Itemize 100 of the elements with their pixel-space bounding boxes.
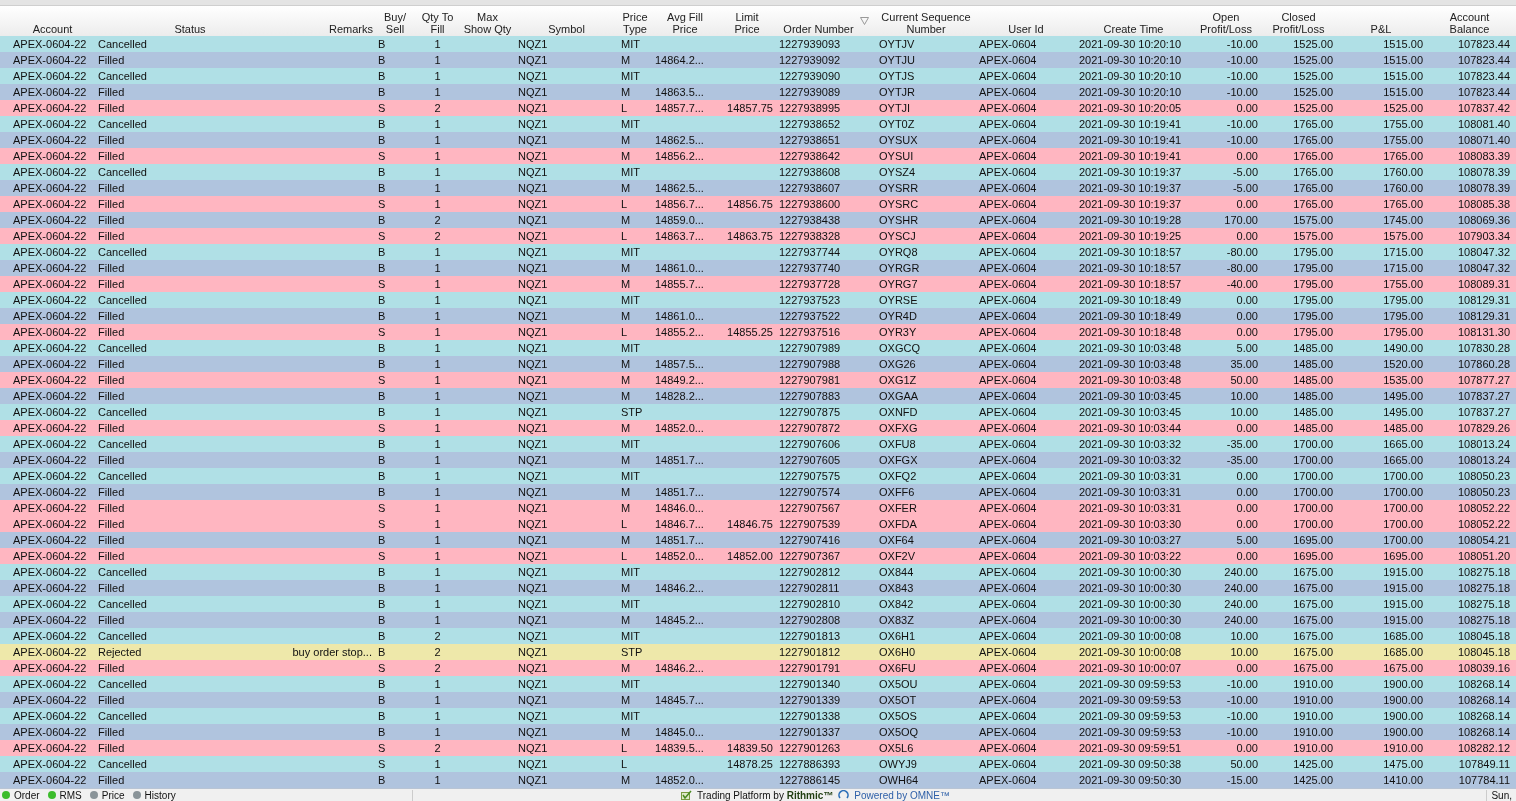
table-cell: 1485.00 <box>1293 406 1333 418</box>
table-row[interactable]: APEX-0604-22 Filled S 1 NQZ1 M 14849.2... 1227907981 OXG1Z APEX-0604 2021-09-30 10:03:48 50.00 1485.00 1535.00 107877.27 <box>0 372 1516 388</box>
table-cell: APEX-0604-22 <box>13 342 87 354</box>
table-row[interactable]: APEX-0604-22 Filled B 1 NQZ1 M 14861.0... 1227937740 OYRGR APEX-0604 2021-09-30 10:18:57 -80.00 1795.00 1715.00 108047.32 <box>0 260 1516 276</box>
table-cell: B <box>378 694 386 706</box>
table-row[interactable]: APEX-0604-22 Filled B 1 NQZ1 M 14851.7... 1227907574 OXFF6 APEX-0604 2021-09-30 10:03:31 0.00 1700.00 1700.00 108050.23 <box>0 484 1516 500</box>
table-row[interactable]: APEX-0604-22 Filled S 1 NQZ1 M 14846.0... 1227907567 OXFER APEX-0604 2021-09-30 10:03:31 0.00 1700.00 1700.00 108052.22 <box>0 500 1516 516</box>
column-header[interactable]: Open Profit/Loss <box>1193 11 1259 35</box>
column-header[interactable]: Qty To Fill <box>417 11 458 35</box>
table-cell: 2021-09-30 10:00:30 <box>1079 598 1182 610</box>
table-row[interactable]: APEX-0604-22 Cancelled B 1 NQZ1 MIT 1227907989 OXGCQ APEX-0604 2021-09-30 10:03:48 5.00 1485.00 1490.00 107830.28 <box>0 340 1516 356</box>
table-cell: 10.00 <box>1230 406 1258 418</box>
table-row[interactable]: APEX-0604-22 Cancelled B 1 NQZ1 MIT 1227907606 OXFU8 APEX-0604 2021-09-30 10:03:32 -35.00 1700.00 1665.00 108013.24 <box>0 436 1516 452</box>
table-cell: 108069.36 <box>1458 214 1510 226</box>
table-row[interactable]: APEX-0604-22 Cancelled B 1 NQZ1 MIT 1227939090 OYTJS APEX-0604 2021-09-30 10:20:10 -10.00 1525.00 1515.00 107823.44 <box>0 68 1516 84</box>
table-row[interactable]: APEX-0604-22 Cancelled B 1 NQZ1 MIT 1227901340 OX5OU APEX-0604 2021-09-30 09:59:53 -10.00 1910.00 1900.00 108268.14 <box>0 676 1516 692</box>
table-row[interactable]: APEX-0604-22 Filled S 1 NQZ1 L 14846.7... 14846.75 1227907539 OXFDA APEX-0604 2021-09-30 10:03:30 0.00 1700.00 1700.00 108052.22 <box>0 516 1516 532</box>
table-row[interactable]: APEX-0604-22 Filled B 1 NQZ1 M 14845.7... 1227901339 OX5OT APEX-0604 2021-09-30 09:59:53 -10.00 1910.00 1900.00 108268.14 <box>0 692 1516 708</box>
table-cell: NQZ1 <box>518 38 548 50</box>
table-row[interactable]: APEX-0604-22 Cancelled B 1 NQZ1 MIT 1227902810 OX842 APEX-0604 2021-09-30 10:00:30 240.00 1675.00 1915.00 108275.18 <box>0 596 1516 612</box>
table-cell: OYSZ4 <box>879 166 916 178</box>
table-cell: APEX-0604 <box>979 86 1037 98</box>
column-header[interactable]: Closed Profit/Loss <box>1263 11 1334 35</box>
column-header[interactable]: Max Show Qty <box>462 11 513 35</box>
table-cell: B <box>378 678 386 690</box>
column-header[interactable]: Avg Fill Price <box>660 11 710 35</box>
table-row[interactable]: APEX-0604-22 Filled B 1 NQZ1 M 14864.2... 1227939092 OYTJU APEX-0604 2021-09-30 10:20:10 -10.00 1525.00 1515.00 107823.44 <box>0 52 1516 68</box>
table-row[interactable]: APEX-0604-22 Filled S 1 NQZ1 L 14852.0... 14852.00 1227907367 OXF2V APEX-0604 2021-09-30 10:03:22 0.00 1695.00 1695.00 108051.20 <box>0 548 1516 564</box>
column-header[interactable]: User Id <box>1008 23 1044 35</box>
column-header[interactable]: Symbol <box>548 23 585 35</box>
table-cell: 108071.40 <box>1458 134 1510 146</box>
table-row[interactable]: APEX-0604-22 Filled B 1 NQZ1 M 14857.5... 1227907988 OXG26 APEX-0604 2021-09-30 10:03:48 35.00 1485.00 1520.00 107860.28 <box>0 356 1516 372</box>
table-row[interactable]: APEX-0604-22 Cancelled B 1 NQZ1 MIT 1227907575 OXFQ2 APEX-0604 2021-09-30 10:03:31 0.00 1700.00 1700.00 108050.23 <box>0 468 1516 484</box>
table-cell: B <box>378 726 386 738</box>
table-cell: 1227901339 <box>779 694 841 706</box>
table-cell: 1227902808 <box>779 614 841 626</box>
table-row[interactable]: APEX-0604-22 Filled S 1 NQZ1 M 14855.7... 1227937728 OYRG7 APEX-0604 2021-09-30 10:18:57 -40.00 1795.00 1755.00 108089.31 <box>0 276 1516 292</box>
column-header[interactable]: Status <box>174 23 206 35</box>
table-row[interactable]: APEX-0604-22 Filled B 1 NQZ1 M 14851.7... 1227907605 OXFGX APEX-0604 2021-09-30 10:03:32 -35.00 1700.00 1665.00 108013.24 <box>0 452 1516 468</box>
table-cell: 1765.00 <box>1293 118 1333 130</box>
table-row[interactable]: APEX-0604-22 Cancelled B 1 NQZ1 MIT 1227937523 OYRSE APEX-0604 2021-09-30 10:18:49 0.00 1795.00 1795.00 108129.31 <box>0 292 1516 308</box>
table-row[interactable]: APEX-0604-22 Filled B 1 NQZ1 M 14828.2... 1227907883 OXGAA APEX-0604 2021-09-30 10:03:45 10.00 1485.00 1495.00 107837.27 <box>0 388 1516 404</box>
table-cell: 0.00 <box>1236 518 1258 530</box>
table-row[interactable]: APEX-0604-22 Cancelled B 1 NQZ1 MIT 1227937744 OYRQ8 APEX-0604 2021-09-30 10:18:57 -80.00 1795.00 1715.00 108047.32 <box>0 244 1516 260</box>
table-cell: 107860.28 <box>1458 358 1510 370</box>
table-row[interactable]: APEX-0604-22 Cancelled B 1 NQZ1 MIT 1227901338 OX5OS APEX-0604 2021-09-30 09:59:53 -10.00 1910.00 1900.00 108268.14 <box>0 708 1516 724</box>
table-row[interactable]: APEX-0604-22 Cancelled B 1 NQZ1 MIT 1227902812 OX844 APEX-0604 2021-09-30 10:00:30 240.00 1675.00 1915.00 108275.18 <box>0 564 1516 580</box>
table-row[interactable]: APEX-0604-22 Filled B 1 NQZ1 M 14861.0... 1227937522 OYR4D APEX-0604 2021-09-30 10:18:49 0.00 1795.00 1795.00 108129.31 <box>0 308 1516 324</box>
table-row[interactable]: APEX-0604-22 Filled S 1 NQZ1 L 14856.7... 14856.75 1227938600 OYSRC APEX-0604 2021-09-30 10:19:37 0.00 1765.00 1765.00 108085.38 <box>0 196 1516 212</box>
table-row[interactable]: APEX-0604-22 Filled S 2 NQZ1 L 14839.5... 14839.50 1227901263 OX5L6 APEX-0604 2021-09-30 09:59:51 0.00 1910.00 1910.00 108282.12 <box>0 740 1516 756</box>
table-row[interactable]: APEX-0604-22 Cancelled B 1 NQZ1 STP 1227907875 OXNFD APEX-0604 2021-09-30 10:03:45 10.00 1485.00 1495.00 107837.27 <box>0 404 1516 420</box>
column-header[interactable]: P&L <box>1370 23 1392 35</box>
table-cell: M <box>621 726 631 738</box>
table-row[interactable]: APEX-0604-22 Cancelled S 1 NQZ1 L 14878.25 1227886393 OWYJ9 APEX-0604 2021-09-30 09:50:38 50.00 1425.00 1475.00 107849.11 <box>0 756 1516 772</box>
column-header[interactable]: Account <box>32 23 73 35</box>
table-row[interactable]: APEX-0604-22 Filled B 1 NQZ1 M 14845.0... 1227901337 OX5OQ APEX-0604 2021-09-30 09:59:53 -10.00 1910.00 1900.00 108268.14 <box>0 724 1516 740</box>
table-cell: OX844 <box>879 566 914 578</box>
table-row[interactable]: APEX-0604-22 Filled S 2 NQZ1 L 14863.7... 14863.75 1227938328 OYSCJ APEX-0604 2021-09-30 10:19:25 0.00 1575.00 1575.00 107903.34 <box>0 228 1516 244</box>
table-cell: APEX-0604-22 <box>13 294 87 306</box>
table-row[interactable]: APEX-0604-22 Cancelled B 2 NQZ1 MIT 1227901813 OX6H1 APEX-0604 2021-09-30 10:00:08 10.00 1675.00 1685.00 108045.18 <box>0 628 1516 644</box>
table-row[interactable]: APEX-0604-22 Rejected buy order stop... B 2 NQZ1 STP 1227901812 OX6H0 APEX-0604 2021-09-30 10:00:08 10.00 1675.00 1685.00 108045.18 <box>0 644 1516 660</box>
table-cell: 1227902812 <box>779 566 841 578</box>
table-row[interactable]: APEX-0604-22 Filled S 2 NQZ1 M 14846.2... 1227901791 OX6FU APEX-0604 2021-09-30 10:00:07 0.00 1675.00 1675.00 108039.16 <box>0 660 1516 676</box>
table-row[interactable]: APEX-0604-22 Filled S 1 NQZ1 M 14856.2... 1227938642 OYSUI APEX-0604 2021-09-30 10:19:41 0.00 1765.00 1765.00 108083.39 <box>0 148 1516 164</box>
table-row[interactable]: APEX-0604-22 Filled B 1 NQZ1 M 14862.5... 1227938651 OYSUX APEX-0604 2021-09-30 10:19:41 -10.00 1765.00 1755.00 108071.40 <box>0 132 1516 148</box>
table-row[interactable]: APEX-0604-22 Filled S 1 NQZ1 M 14852.0... 1227907872 OXFXG APEX-0604 2021-09-30 10:03:44 0.00 1485.00 1485.00 107829.26 <box>0 420 1516 436</box>
table-row[interactable]: APEX-0604-22 Cancelled B 1 NQZ1 MIT 1227938608 OYSZ4 APEX-0604 2021-09-30 10:19:37 -5.00 1765.00 1760.00 108078.39 <box>0 164 1516 180</box>
table-row[interactable]: APEX-0604-22 Filled B 1 NQZ1 M 14845.2... 1227902808 OX83Z APEX-0604 2021-09-30 10:00:30 240.00 1675.00 1915.00 108275.18 <box>0 612 1516 628</box>
table-cell: 1700.00 <box>1383 502 1423 514</box>
column-header[interactable]: Order Number <box>783 23 854 35</box>
table-row[interactable]: APEX-0604-22 Filled B 1 NQZ1 M 14852.0... 1227886145 OWH64 APEX-0604 2021-09-30 09:50:30 -15.00 1425.00 1410.00 107784.11 <box>0 772 1516 788</box>
table-cell: APEX-0604 <box>979 438 1037 450</box>
column-header[interactable]: Account Balance <box>1439 11 1500 35</box>
table-row[interactable]: APEX-0604-22 Filled B 1 NQZ1 M 14863.5... 1227939089 OYTJR APEX-0604 2021-09-30 10:20:10 -10.00 1525.00 1515.00 107823.44 <box>0 84 1516 100</box>
column-header[interactable]: Buy/ Sell <box>377 11 413 35</box>
table-cell: OX83Z <box>879 614 914 626</box>
column-header[interactable]: Remarks <box>329 23 373 35</box>
table-cell: 1675.00 <box>1293 662 1333 674</box>
status-label: History <box>144 789 176 801</box>
table-row[interactable]: APEX-0604-22 Filled B 1 NQZ1 M 14862.5... 1227938607 OYSRR APEX-0604 2021-09-30 10:19:37 -5.00 1765.00 1760.00 108078.39 <box>0 180 1516 196</box>
table-cell: 2021-09-30 10:03:27 <box>1079 534 1182 546</box>
table-row[interactable]: APEX-0604-22 Cancelled B 1 NQZ1 MIT 1227938652 OYT0Z APEX-0604 2021-09-30 10:19:41 -10.00 1765.00 1755.00 108081.40 <box>0 116 1516 132</box>
table-row[interactable]: APEX-0604-22 Filled S 2 NQZ1 L 14857.7... 14857.75 1227938995 OYTJI APEX-0604 2021-09-30 10:20:05 0.00 1525.00 1525.00 107837.42 <box>0 100 1516 116</box>
column-header[interactable]: Create Time <box>1103 23 1164 35</box>
table-cell: OYTJV <box>879 38 915 50</box>
column-header[interactable]: Price Type <box>620 11 650 35</box>
table-row[interactable]: APEX-0604-22 Filled B 1 NQZ1 M 14851.7... 1227907416 OXF64 APEX-0604 2021-09-30 10:03:27 5.00 1695.00 1700.00 108054.21 <box>0 532 1516 548</box>
table-row[interactable]: APEX-0604-22 Filled B 2 NQZ1 M 14859.0... 1227938438 OYSHR APEX-0604 2021-09-30 10:19:28 170.00 1575.00 1745.00 108069.36 <box>0 212 1516 228</box>
table-cell: 1 <box>434 182 441 194</box>
table-cell: APEX-0604-22 <box>13 598 87 610</box>
column-header[interactable]: Limit Price <box>727 11 767 35</box>
table-row[interactable]: APEX-0604-22 Cancelled B 1 NQZ1 MIT 1227939093 OYTJV APEX-0604 2021-09-30 10:20:10 -10.00 1525.00 1515.00 107823.44 <box>0 36 1516 52</box>
table-row[interactable]: APEX-0604-22 Filled S 1 NQZ1 L 14855.2... 14855.25 1227937516 OYR3Y APEX-0604 2021-09-30 10:18:48 0.00 1795.00 1795.00 108131.30 <box>0 324 1516 340</box>
table-cell: 14861.0... <box>655 310 704 322</box>
table-row[interactable]: APEX-0604-22 Filled B 1 NQZ1 M 14846.2... 1227902811 OX843 APEX-0604 2021-09-30 10:00:30 240.00 1675.00 1915.00 108275.18 <box>0 580 1516 596</box>
column-header[interactable]: Current Sequence Number <box>878 11 974 35</box>
table-cell: B <box>378 134 386 146</box>
table-cell: OX5OT <box>879 694 917 706</box>
table-cell: 1910.00 <box>1383 742 1423 754</box>
table-cell: 1485.00 <box>1383 422 1423 434</box>
